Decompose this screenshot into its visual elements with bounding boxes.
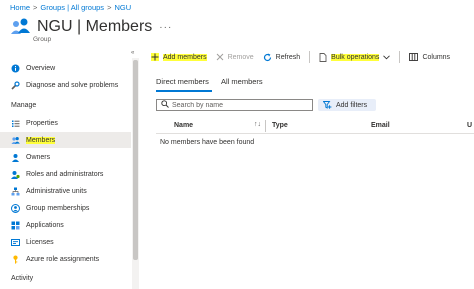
sidebar-item-label: Group memberships — [26, 204, 90, 212]
columns-button[interactable]: Columns — [409, 53, 450, 61]
page-title: NGU | Members — [37, 18, 153, 35]
key-icon — [11, 255, 20, 264]
sidebar-item-roles[interactable]: Roles and administrators — [0, 166, 131, 182]
sidebar-item-label: Properties — [26, 119, 58, 127]
properties-icon — [11, 119, 20, 128]
search-icon — [161, 100, 169, 110]
active-tab-indicator — [156, 90, 212, 92]
refresh-label: Refresh — [275, 53, 301, 61]
sidebar-item-label: Licenses — [26, 238, 54, 246]
sidebar-item-label: Diagnose and solve problems — [26, 81, 119, 89]
toolbar-divider — [309, 51, 311, 63]
sidebar-item-label: Overview — [26, 64, 56, 72]
table-header-divider — [156, 133, 474, 134]
members-icon — [11, 136, 20, 145]
column-header-email[interactable]: Email — [371, 122, 390, 129]
sidebar-item-applications[interactable]: Applications — [0, 217, 131, 233]
applications-icon — [11, 221, 20, 230]
sort-icon[interactable]: ↑↓ — [254, 121, 261, 128]
columns-icon — [409, 53, 419, 61]
filter-icon — [323, 101, 332, 109]
search-input[interactable] — [172, 101, 302, 109]
sidebar-scrollbar-thumb[interactable] — [133, 60, 138, 260]
info-icon — [11, 64, 20, 73]
column-header-type[interactable]: Type — [272, 122, 288, 129]
collapse-sidebar-button[interactable]: « — [131, 50, 134, 56]
remove-label: Remove — [227, 53, 254, 61]
add-members-button[interactable]: Add members — [151, 53, 207, 61]
page-subtitle: Group — [33, 36, 52, 43]
tab-direct-members[interactable]: Direct members — [156, 77, 209, 86]
tab-all-members[interactable]: All members — [221, 77, 263, 86]
add-filters-label: Add filters — [336, 101, 368, 109]
sidebar-item-label: Azure role assignments — [26, 255, 100, 263]
sidebar-item-properties[interactable]: Properties — [0, 115, 131, 131]
column-header-name[interactable]: Name — [174, 122, 193, 129]
sidebar-item-diagnose[interactable]: Diagnose and solve problems — [0, 77, 131, 93]
columns-label: Columns — [422, 53, 451, 61]
bulk-operations-button[interactable]: Bulk operations — [319, 52, 391, 62]
sidebar-item-members[interactable]: Members — [0, 132, 131, 148]
group-memberships-icon — [11, 203, 20, 213]
breadcrumb-groups[interactable]: Groups | All groups — [40, 3, 104, 12]
refresh-icon — [263, 53, 272, 62]
sidebar-item-label: Administrative units — [26, 187, 87, 195]
sidebar: « Overview Diagnose and solve problems M… — [0, 48, 140, 289]
sidebar-item-owners[interactable]: Owners — [0, 149, 131, 165]
roles-icon — [11, 170, 20, 179]
breadcrumb-separator: > — [33, 3, 38, 12]
bulk-operations-label: Bulk operations — [331, 53, 380, 61]
sidebar-item-licenses[interactable]: Licenses — [0, 234, 131, 250]
admin-units-icon — [11, 187, 20, 196]
sidebar-item-group-memberships[interactable]: Group memberships — [0, 200, 131, 216]
breadcrumb-separator: > — [107, 3, 112, 12]
document-icon — [319, 52, 327, 62]
add-members-label: Add members — [163, 53, 207, 61]
toolbar-divider — [399, 51, 401, 63]
section-activity: Activity — [11, 275, 34, 282]
column-divider — [265, 120, 266, 132]
wrench-icon — [11, 80, 20, 90]
sidebar-item-azure-roles[interactable]: Azure role assignments — [0, 251, 131, 267]
empty-state-message: No members have been found — [160, 139, 255, 146]
sidebar-item-label: Owners — [26, 153, 51, 161]
command-bar: Add members Remove Refresh Bulk operatio… — [151, 47, 459, 67]
group-icon — [10, 17, 32, 37]
breadcrumb-ngu[interactable]: NGU — [114, 3, 131, 12]
breadcrumb: Home > Groups | All groups > NGU — [10, 3, 131, 12]
page-header: NGU | Members ··· — [10, 17, 172, 37]
close-icon — [216, 53, 224, 61]
chevron-down-icon — [383, 54, 391, 60]
licenses-icon — [11, 238, 20, 247]
sidebar-item-label: Members — [26, 136, 56, 144]
breadcrumb-home[interactable]: Home — [10, 3, 30, 12]
search-box[interactable] — [156, 99, 313, 111]
sidebar-item-admin-units[interactable]: Administrative units — [0, 183, 131, 199]
section-manage: Manage — [11, 102, 37, 109]
more-options-button[interactable]: ··· — [159, 22, 172, 33]
sidebar-item-label: Applications — [26, 221, 64, 229]
owners-icon — [11, 153, 20, 162]
column-header-truncated[interactable]: U — [467, 122, 472, 129]
refresh-button[interactable]: Refresh — [263, 53, 301, 62]
remove-button[interactable]: Remove — [216, 53, 254, 61]
plus-icon — [151, 53, 159, 61]
sidebar-item-label: Roles and administrators — [26, 170, 104, 178]
add-filters-button[interactable]: Add filters — [318, 99, 376, 111]
sidebar-item-overview[interactable]: Overview — [0, 60, 131, 76]
